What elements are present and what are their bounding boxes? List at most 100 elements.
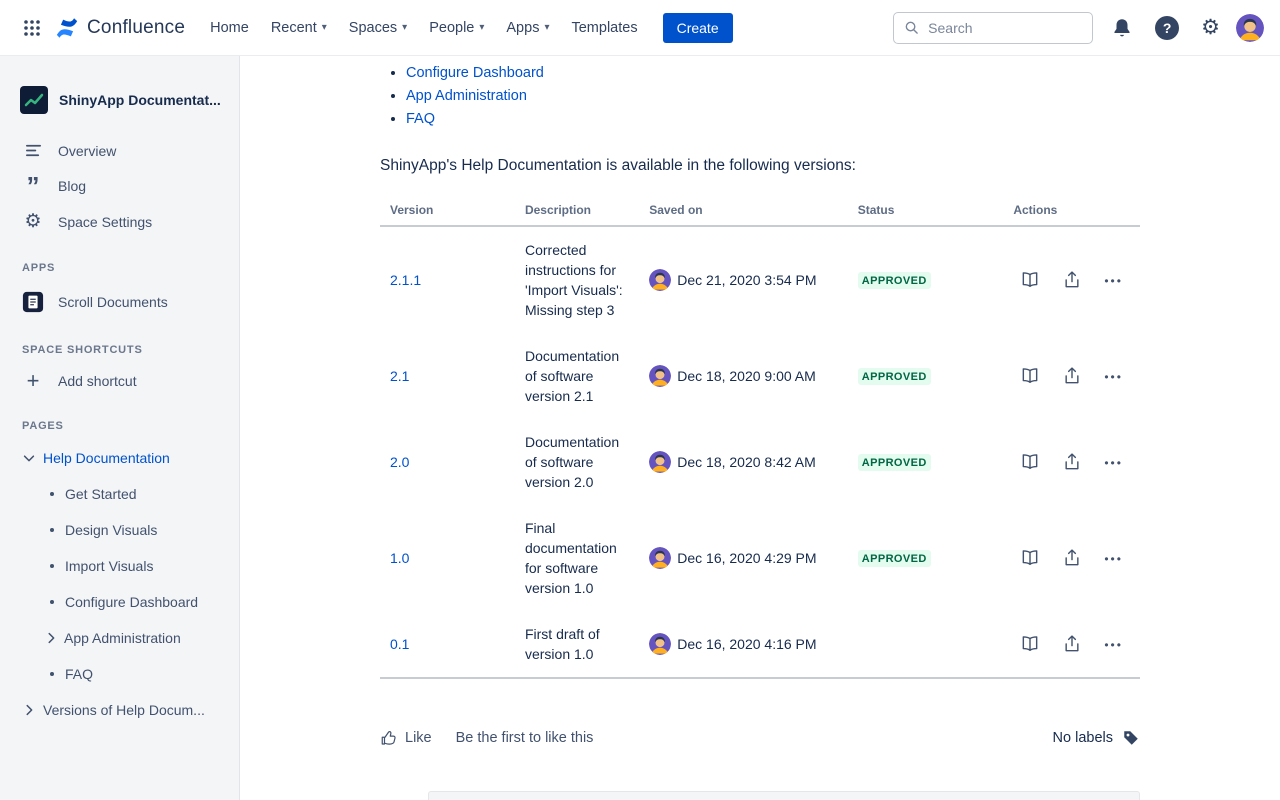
label-tag-icon [1122,729,1140,747]
chevron-down-icon [22,451,36,465]
toc-link-configure-dashboard[interactable]: Configure Dashboard [406,65,544,81]
export-version-button[interactable] [1055,543,1089,573]
sidebar-item-overview[interactable]: Overview [0,132,239,169]
help-icon[interactable]: ? [1149,10,1185,46]
space-header[interactable]: ShinyApp Documentat... [0,76,239,132]
saved-on-date: Dec 21, 2020 3:54 PM [677,272,816,288]
export-version-button[interactable] [1055,447,1089,477]
version-description: Documentation of software version 2.1 [515,333,639,419]
list-item: FAQ [406,111,1140,127]
notifications-bell-icon[interactable] [1105,11,1139,45]
settings-gear-icon[interactable]: ⚙ [1195,11,1226,44]
view-version-button[interactable] [1013,629,1047,659]
saved-on-date: Dec 18, 2020 8:42 AM [677,454,816,470]
search-input[interactable] [926,19,1082,37]
export-version-button[interactable] [1055,361,1089,391]
comment-section [380,791,1140,800]
version-link[interactable]: 2.0 [390,454,409,470]
comment-input[interactable] [428,791,1140,800]
view-version-button[interactable] [1013,361,1047,391]
nav-people[interactable]: People▾ [418,0,495,55]
bullet-icon [50,672,54,676]
page-tree-item-faq[interactable]: FAQ [0,656,239,692]
like-hint-text: Be the first to like this [456,730,594,746]
more-actions-button[interactable]: ••• [1097,632,1130,657]
add-shortcut-button[interactable]: + Add shortcut [0,364,239,398]
view-version-button[interactable] [1013,265,1047,295]
column-header-description: Description [515,195,639,226]
list-item: App Administration [406,88,1140,104]
view-version-button[interactable] [1013,543,1047,573]
version-row: 2.1.1 Corrected instructions for 'Import… [380,226,1140,333]
nav-home[interactable]: Home [199,0,260,55]
confluence-logo[interactable]: Confluence [54,15,185,41]
top-nav: Home Recent▾ Spaces▾ People▾ Apps▾ Templ… [199,0,648,55]
table-header-row: Version Description Saved on Status Acti… [380,195,1140,226]
more-actions-button[interactable]: ••• [1097,450,1130,475]
toc-link-faq[interactable]: FAQ [406,111,435,127]
export-version-button[interactable] [1055,629,1089,659]
overview-lines-icon [22,141,44,160]
apps-section-header: APPS [0,240,239,282]
sidebar-item-scroll-documents[interactable]: Scroll Documents [0,282,239,322]
version-link[interactable]: 1.0 [390,550,409,566]
more-actions-button[interactable]: ••• [1097,364,1130,389]
page-tree-item-import-visuals[interactable]: Import Visuals [0,548,239,584]
user-avatar [649,633,671,655]
version-link[interactable]: 0.1 [390,636,409,652]
nav-templates[interactable]: Templates [560,0,648,55]
column-header-status: Status [848,195,1004,226]
sidebar-item-space-settings[interactable]: ⚙ Space Settings [0,203,239,240]
page-tree-item-help-documentation[interactable]: Help Documentation [0,440,239,476]
version-link[interactable]: 2.1 [390,368,409,384]
chevron-down-icon: ▾ [479,22,484,33]
blog-quote-icon: ” [22,180,44,192]
table-of-contents: Configure Dashboard App Administration F… [380,65,1140,127]
list-item: Configure Dashboard [406,65,1140,81]
page-tree-item-versions-of-help-documentation[interactable]: Versions of Help Docum... [0,692,239,728]
page-tree-item-get-started[interactable]: Get Started [0,476,239,512]
column-header-actions: Actions [1003,195,1140,226]
saved-on-date: Dec 16, 2020 4:29 PM [677,550,816,566]
like-button[interactable]: Like [380,729,432,747]
plus-icon: + [22,374,44,388]
page-meta-row: Like Be the first to like this No labels [380,729,1140,747]
page-tree-item-configure-dashboard[interactable]: Configure Dashboard [0,584,239,620]
page-tree-item-design-visuals[interactable]: Design Visuals [0,512,239,548]
nav-spaces[interactable]: Spaces▾ [338,0,418,55]
chevron-down-icon: ▾ [322,22,327,33]
version-link[interactable]: 2.1.1 [390,272,421,288]
view-version-button[interactable] [1013,447,1047,477]
page-tree-item-app-administration[interactable]: App Administration [0,620,239,656]
create-button[interactable]: Create [663,13,733,43]
user-avatar [649,547,671,569]
profile-avatar[interactable] [1236,14,1264,42]
nav-recent[interactable]: Recent▾ [260,0,338,55]
toc-link-app-administration[interactable]: App Administration [406,88,527,104]
saved-on-date: Dec 16, 2020 4:16 PM [677,636,816,652]
more-actions-button[interactable]: ••• [1097,546,1130,571]
bullet-icon [50,600,54,604]
more-actions-button[interactable]: ••• [1097,268,1130,293]
labels-control[interactable]: No labels [1053,729,1140,747]
scroll-documents-icon [22,291,44,313]
bullet-icon [50,492,54,496]
versions-intro-text: ShinyApp's Help Documentation is availab… [380,157,1140,175]
version-row: 2.1 Documentation of software version 2.… [380,333,1140,419]
nav-apps[interactable]: Apps▾ [495,0,560,55]
labels-text: No labels [1053,730,1113,746]
page-content-area: Configure Dashboard App Administration F… [240,56,1280,800]
version-description: Corrected instructions for 'Import Visua… [515,226,639,333]
saved-on-date: Dec 18, 2020 9:00 AM [677,368,816,384]
user-avatar [649,269,671,291]
app-switcher-icon[interactable] [16,12,48,44]
export-version-button[interactable] [1055,265,1089,295]
column-header-version: Version [380,195,515,226]
user-avatar [649,365,671,387]
confluence-logo-text: Confluence [87,17,185,39]
sidebar-item-blog[interactable]: ” Blog [0,169,239,203]
column-header-saved-on: Saved on [639,195,848,226]
version-description: Documentation of software version 2.0 [515,419,639,505]
space-name: ShinyApp Documentat... [59,92,221,108]
bullet-icon [50,564,54,568]
